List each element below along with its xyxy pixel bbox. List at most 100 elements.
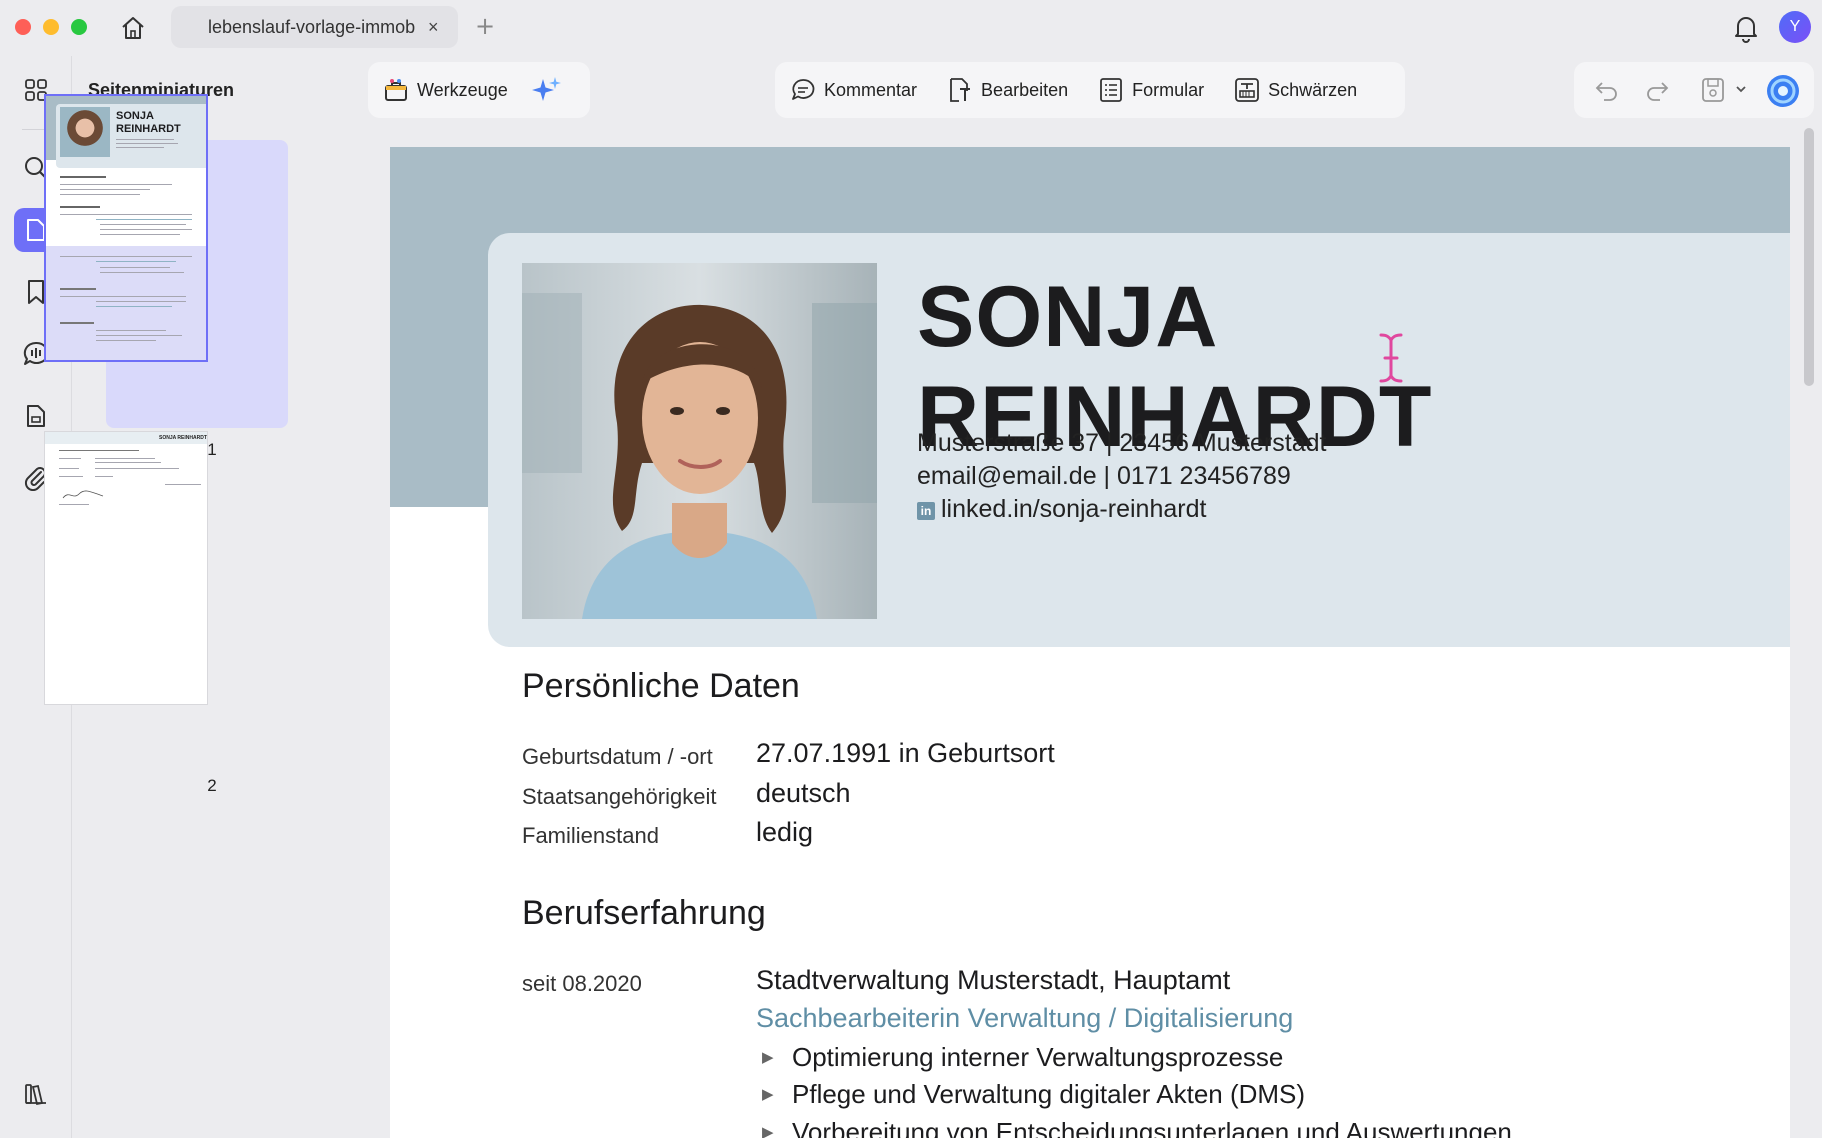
undo-icon[interactable] <box>1594 78 1620 107</box>
ai-sparkle-icon[interactable] <box>531 75 561 105</box>
thumb-text-line <box>60 214 192 215</box>
minimize-window-button[interactable] <box>43 19 59 35</box>
thumb-heading-line <box>60 206 100 208</box>
job-bullet: ▶ Pflege und Verwaltung digitaler Akten (… <box>762 1079 1305 1110</box>
thumb-text-line <box>96 306 172 307</box>
thumb-text-line <box>59 458 81 459</box>
job-bullet: ▶ Optimierung interner Verwaltungsprozess… <box>762 1042 1283 1073</box>
bullet-text: Pflege und Verwaltung digitaler Akten (D… <box>792 1079 1306 1109</box>
thumb-text-line <box>60 189 150 190</box>
thumb-text-line <box>100 224 186 225</box>
thumb2-signature <box>62 490 104 499</box>
edit-text-icon <box>950 78 971 102</box>
new-tab-button[interactable]: + <box>475 12 495 40</box>
thumb-text-line <box>116 139 174 140</box>
personal-label: Familienstand <box>522 823 659 848</box>
redact-label: Schwärzen <box>1268 79 1358 100</box>
toolbox-icon <box>385 79 407 101</box>
thumb-heading-line <box>60 288 96 290</box>
form-button[interactable]: Formular <box>1083 68 1219 112</box>
thumbnail-page-number-2: 2 <box>207 776 217 795</box>
edit-button[interactable]: Bearbeiten <box>932 68 1083 112</box>
thumb-name-first: SONJA <box>116 110 154 122</box>
thumb-text-line <box>60 194 140 195</box>
tools-label: Werkzeuge <box>417 79 508 100</box>
zoom-window-button[interactable] <box>71 19 87 35</box>
comment-icon <box>792 79 815 100</box>
job-period: seit 08.2020 <box>522 971 642 996</box>
thumb-overlay <box>46 246 206 360</box>
document-page: SONJA REINHARDT Musterstraße 37 | 23456 … <box>390 147 1790 1138</box>
thumb2-header-name: SONJA REINHARDT <box>159 435 207 441</box>
close-window-button[interactable] <box>15 19 31 35</box>
page-thumbnail-2[interactable]: SONJA REINHARDT <box>44 431 208 705</box>
page-thumbnail-1[interactable]: SONJA REINHARDT <box>44 94 208 362</box>
thumb-text-line <box>96 330 166 331</box>
thumb-text-line <box>116 143 178 144</box>
linkedin-line: in linked.in/sonja-reinhardt <box>917 493 1206 525</box>
personal-label: Geburtsdatum / -ort <box>522 744 713 769</box>
tools-button[interactable]: Werkzeuge <box>368 68 523 112</box>
thumb-text-line <box>100 234 180 235</box>
main-toolbar-group: Kommentar Bearbeiten Formular Schwärzen <box>775 62 1405 118</box>
thumb-text-line <box>59 504 89 505</box>
linkedin-icon: in <box>917 502 935 520</box>
personal-label: Staatsangehörigkeit <box>522 784 717 809</box>
thumb-text-line <box>60 296 186 297</box>
comment-button[interactable]: Kommentar <box>775 68 932 112</box>
thumb-text-line <box>96 335 182 336</box>
thumb-text-line <box>59 476 83 477</box>
thumb-text-line <box>96 340 156 341</box>
thumb-text-line <box>116 147 164 148</box>
job-title: Sachbearbeiterin Verwaltung / Digitalisi… <box>756 1003 1294 1033</box>
save-icon[interactable] <box>1700 76 1726 109</box>
bullet-text: Vorbereitung von Entscheidungsunterlagen… <box>792 1117 1512 1138</box>
thumb-photo <box>60 107 110 157</box>
profile-photo <box>522 263 877 619</box>
notification-bell-icon[interactable] <box>1732 13 1760 43</box>
document-tab[interactable]: lebenslauf-vorlage-immob × <box>171 6 458 48</box>
redact-button[interactable]: Schwärzen <box>1219 68 1372 112</box>
personal-value: ledig <box>756 817 814 847</box>
section-heading-experience: Berufserfahrung <box>522 894 766 932</box>
tools-toolbar-group: Werkzeuge <box>368 62 590 118</box>
user-avatar[interactable]: Y <box>1779 11 1811 43</box>
thumb-name-last: REINHARDT <box>116 123 181 135</box>
tab-title: lebenslauf-vorlage-immob <box>208 16 416 37</box>
bullet-triangle-icon: ▶ <box>762 1085 774 1103</box>
redo-icon[interactable] <box>1644 78 1670 107</box>
thumb-text-line <box>96 219 192 220</box>
address-line: Musterstraße 37 | 23456 Musterstadt <box>917 429 1327 457</box>
right-toolbar-group <box>1574 62 1814 118</box>
bullet-triangle-icon: ▶ <box>762 1048 774 1066</box>
tab-close-button[interactable]: × <box>428 17 439 38</box>
thumb-text-line <box>95 462 161 463</box>
thumb-text-line <box>59 450 139 451</box>
personal-value: 27.07.1991 in Geburtsort <box>756 738 1055 768</box>
thumb-text-line <box>100 272 184 273</box>
thumb-text-line <box>95 458 155 459</box>
thumb-text-line <box>60 256 192 257</box>
job-employer: Stadtverwaltung Musterstadt, Hauptamt <box>756 965 1231 995</box>
chevron-down-icon[interactable] <box>1734 82 1748 101</box>
linkedin-url: linked.in/sonja-reinhardt <box>941 495 1207 523</box>
contact-line: email@email.de | 0171 23456789 <box>917 462 1291 490</box>
thumb-text-line <box>60 184 172 185</box>
bullet-text: Optimierung interner Verwaltungsprozesse <box>792 1042 1284 1072</box>
scrollbar-thumb[interactable] <box>1804 128 1814 386</box>
thumb-text-line <box>165 484 201 485</box>
home-icon[interactable] <box>116 12 150 44</box>
thumb-text-line <box>100 267 170 268</box>
ai-assistant-icon[interactable] <box>1766 74 1800 113</box>
library-icon[interactable] <box>14 1072 58 1116</box>
thumb-text-line <box>96 301 186 302</box>
thumb-text-line <box>95 468 179 469</box>
thumb-heading-line <box>60 322 94 324</box>
personal-value: deutsch <box>756 778 851 808</box>
form-icon <box>1100 78 1123 102</box>
bullet-triangle-icon: ▶ <box>762 1123 774 1138</box>
thumb-text-line <box>59 468 79 469</box>
edit-label: Bearbeiten <box>981 79 1069 100</box>
thumb-text-line <box>96 261 176 262</box>
job-bullet: ▶ Vorbereitung von Entscheidungsunterlage… <box>762 1117 1512 1138</box>
